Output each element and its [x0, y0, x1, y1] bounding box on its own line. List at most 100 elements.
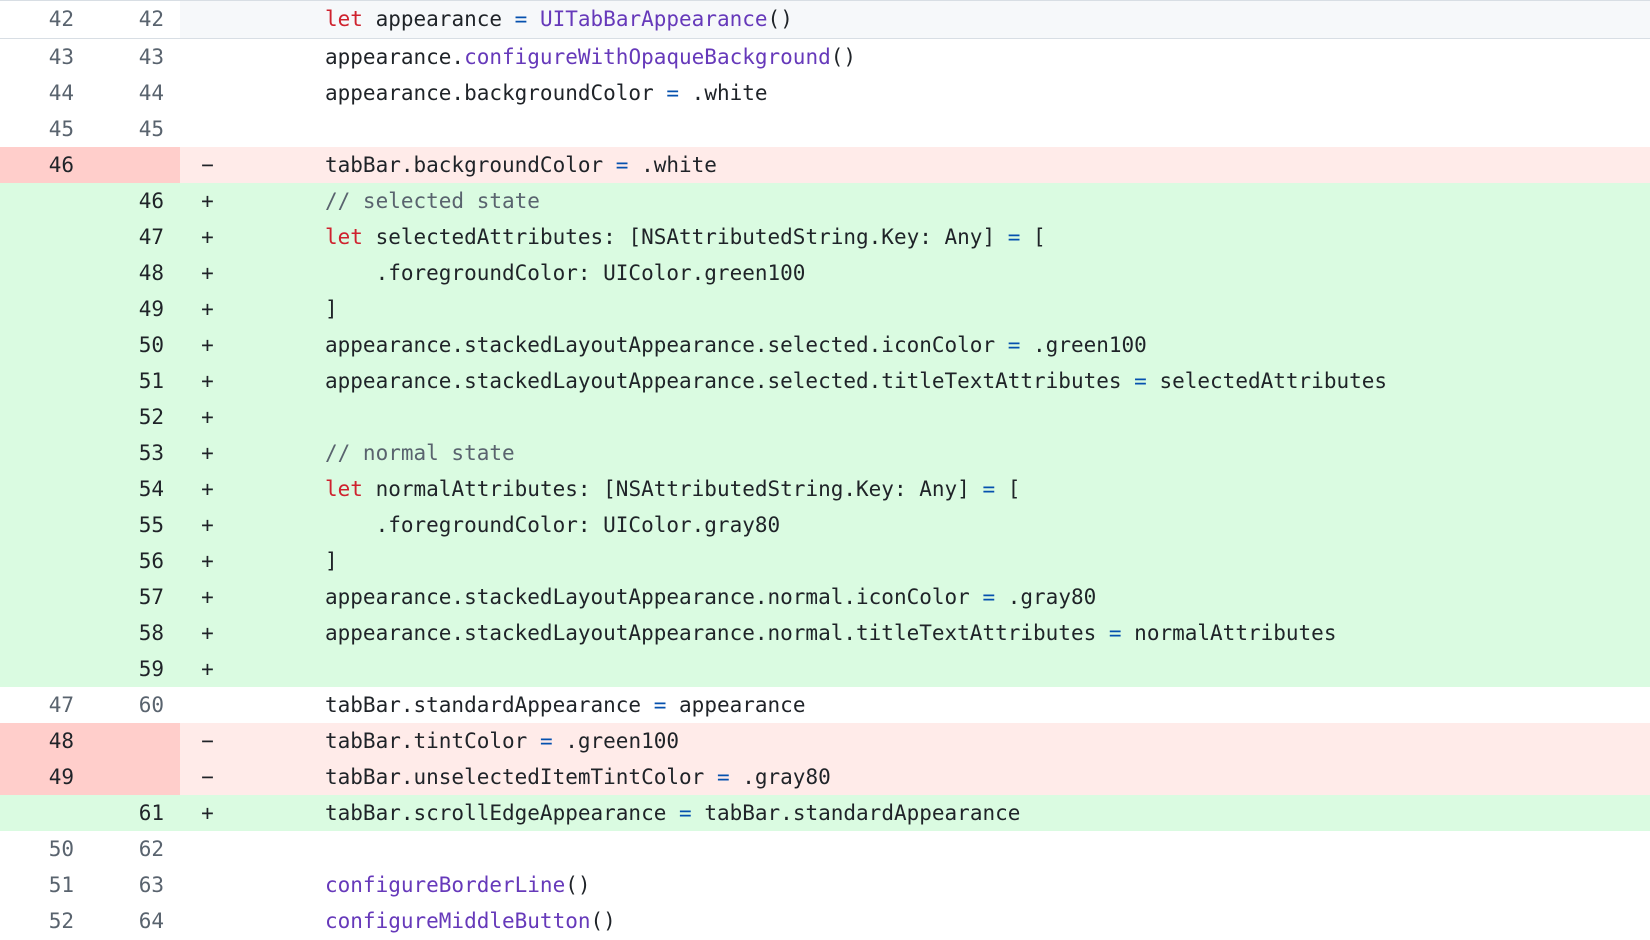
diff-marker	[180, 1, 225, 38]
new-line-number[interactable]	[90, 147, 180, 183]
code-token: appearance.stackedLayoutAppearance.selec…	[325, 369, 1135, 393]
code-token: =	[716, 765, 730, 789]
code-line: // normal state	[225, 435, 1650, 471]
old-line-number[interactable]	[0, 435, 90, 471]
new-line-number[interactable]	[90, 759, 180, 795]
code-line: appearance.backgroundColor = .white	[225, 75, 1650, 111]
code-token: .gray80	[729, 765, 831, 789]
old-line-number[interactable]	[0, 651, 90, 687]
old-line-number[interactable]	[0, 183, 90, 219]
code-line: .foregroundColor: UIColor.green100	[225, 255, 1650, 291]
old-line-number[interactable]: 50	[0, 831, 90, 867]
code-token: ()	[565, 873, 591, 897]
new-line-number[interactable]: 64	[90, 903, 180, 939]
code-line: appearance.stackedLayoutAppearance.selec…	[225, 363, 1650, 399]
diff-line-context: 43 43 appearance.configureWithOpaqueBackgr…	[0, 39, 1650, 75]
diff-line-added: 52 +	[0, 399, 1650, 435]
new-line-number[interactable]: 62	[90, 831, 180, 867]
addition-marker: +	[201, 801, 214, 825]
old-line-number[interactable]	[0, 327, 90, 363]
new-line-number[interactable]: 54	[90, 471, 180, 507]
old-line-number[interactable]	[0, 507, 90, 543]
old-line-number[interactable]: 43	[0, 39, 90, 75]
code-token: .white	[628, 153, 717, 177]
new-line-number[interactable]	[90, 723, 180, 759]
deletion-marker: −	[201, 765, 214, 789]
new-line-number[interactable]: 43	[90, 39, 180, 75]
code-token: appearance.stackedLayoutAppearance.norma…	[325, 621, 1109, 645]
old-line-number[interactable]: 42	[0, 1, 90, 38]
code-token: =	[1007, 333, 1021, 357]
code-token: appearance.stackedLayoutAppearance.selec…	[325, 333, 1008, 357]
diff-line-added: 49 +]	[0, 291, 1650, 327]
code-line: // selected state	[225, 183, 1650, 219]
new-line-number[interactable]: 58	[90, 615, 180, 651]
new-line-number[interactable]: 44	[90, 75, 180, 111]
code-token: let	[325, 477, 363, 501]
old-line-number[interactable]	[0, 399, 90, 435]
code-token: tabBar.scrollEdgeAppearance	[325, 801, 680, 825]
new-line-number[interactable]: 49	[90, 291, 180, 327]
old-line-number[interactable]	[0, 255, 90, 291]
code-token: =	[982, 585, 996, 609]
code-line: appearance.stackedLayoutAppearance.norma…	[225, 615, 1650, 651]
diff-marker	[180, 831, 225, 867]
new-line-number[interactable]: 55	[90, 507, 180, 543]
old-line-number[interactable]	[0, 471, 90, 507]
code-token: tabBar.tintColor	[325, 729, 540, 753]
new-line-number[interactable]: 63	[90, 867, 180, 903]
new-line-number[interactable]: 53	[90, 435, 180, 471]
code-token: tabBar.standardAppearance	[691, 801, 1021, 825]
diff-line-deleted: 49 − tabBar.unselectedItemTintColor = .gra…	[0, 759, 1650, 795]
diff-line-added: 51 + appearance.stackedLayoutAppearance.se…	[0, 363, 1650, 399]
diff-marker	[180, 867, 225, 903]
old-line-number[interactable]	[0, 219, 90, 255]
code-line: tabBar.standardAppearance = appearance	[225, 687, 1650, 723]
diff-marker	[180, 75, 225, 111]
code-token: configureBorderLine	[325, 873, 566, 897]
old-line-number[interactable]	[0, 615, 90, 651]
code-token: ()	[590, 909, 616, 933]
old-line-number[interactable]	[0, 579, 90, 615]
new-line-number[interactable]: 47	[90, 219, 180, 255]
old-line-number[interactable]: 49	[0, 759, 90, 795]
new-line-number[interactable]: 46	[90, 183, 180, 219]
new-line-number[interactable]: 56	[90, 543, 180, 579]
code-token: =	[1007, 225, 1021, 249]
code-token: appearance	[666, 693, 806, 717]
old-line-number[interactable]	[0, 795, 90, 831]
new-line-number[interactable]: 48	[90, 255, 180, 291]
code-token: appearance.stackedLayoutAppearance.norma…	[325, 585, 983, 609]
new-line-number[interactable]: 60	[90, 687, 180, 723]
code-token: .foregroundColor: UIColor.gray80	[325, 513, 781, 537]
old-line-number[interactable]: 48	[0, 723, 90, 759]
addition-marker: +	[201, 441, 214, 465]
old-line-number[interactable]: 47	[0, 687, 90, 723]
code-token: normalAttributes: [NSAttributedString.Ke…	[362, 477, 983, 501]
new-line-number[interactable]: 51	[90, 363, 180, 399]
new-line-number[interactable]: 59	[90, 651, 180, 687]
code-token: =	[982, 477, 996, 501]
diff-line-added: 61 + tabBar.scrollEdgeAppearance = tabBar.…	[0, 795, 1650, 831]
old-line-number[interactable]: 46	[0, 147, 90, 183]
old-line-number[interactable]	[0, 291, 90, 327]
addition-marker: +	[201, 369, 214, 393]
addition-marker: +	[201, 333, 214, 357]
old-line-number[interactable]: 45	[0, 111, 90, 147]
new-line-number[interactable]: 57	[90, 579, 180, 615]
new-line-number[interactable]: 52	[90, 399, 180, 435]
old-line-number[interactable]: 44	[0, 75, 90, 111]
old-line-number[interactable]	[0, 363, 90, 399]
old-line-number[interactable]: 52	[0, 903, 90, 939]
old-line-number[interactable]	[0, 543, 90, 579]
old-line-number[interactable]: 51	[0, 867, 90, 903]
new-line-number[interactable]: 50	[90, 327, 180, 363]
new-line-number[interactable]: 42	[90, 1, 180, 38]
code-token: =	[539, 729, 553, 753]
new-line-number[interactable]: 61	[90, 795, 180, 831]
new-line-number[interactable]: 45	[90, 111, 180, 147]
code-token: =	[615, 153, 629, 177]
code-token: tabBar.unselectedItemTintColor	[325, 765, 717, 789]
code-token: =	[653, 693, 667, 717]
